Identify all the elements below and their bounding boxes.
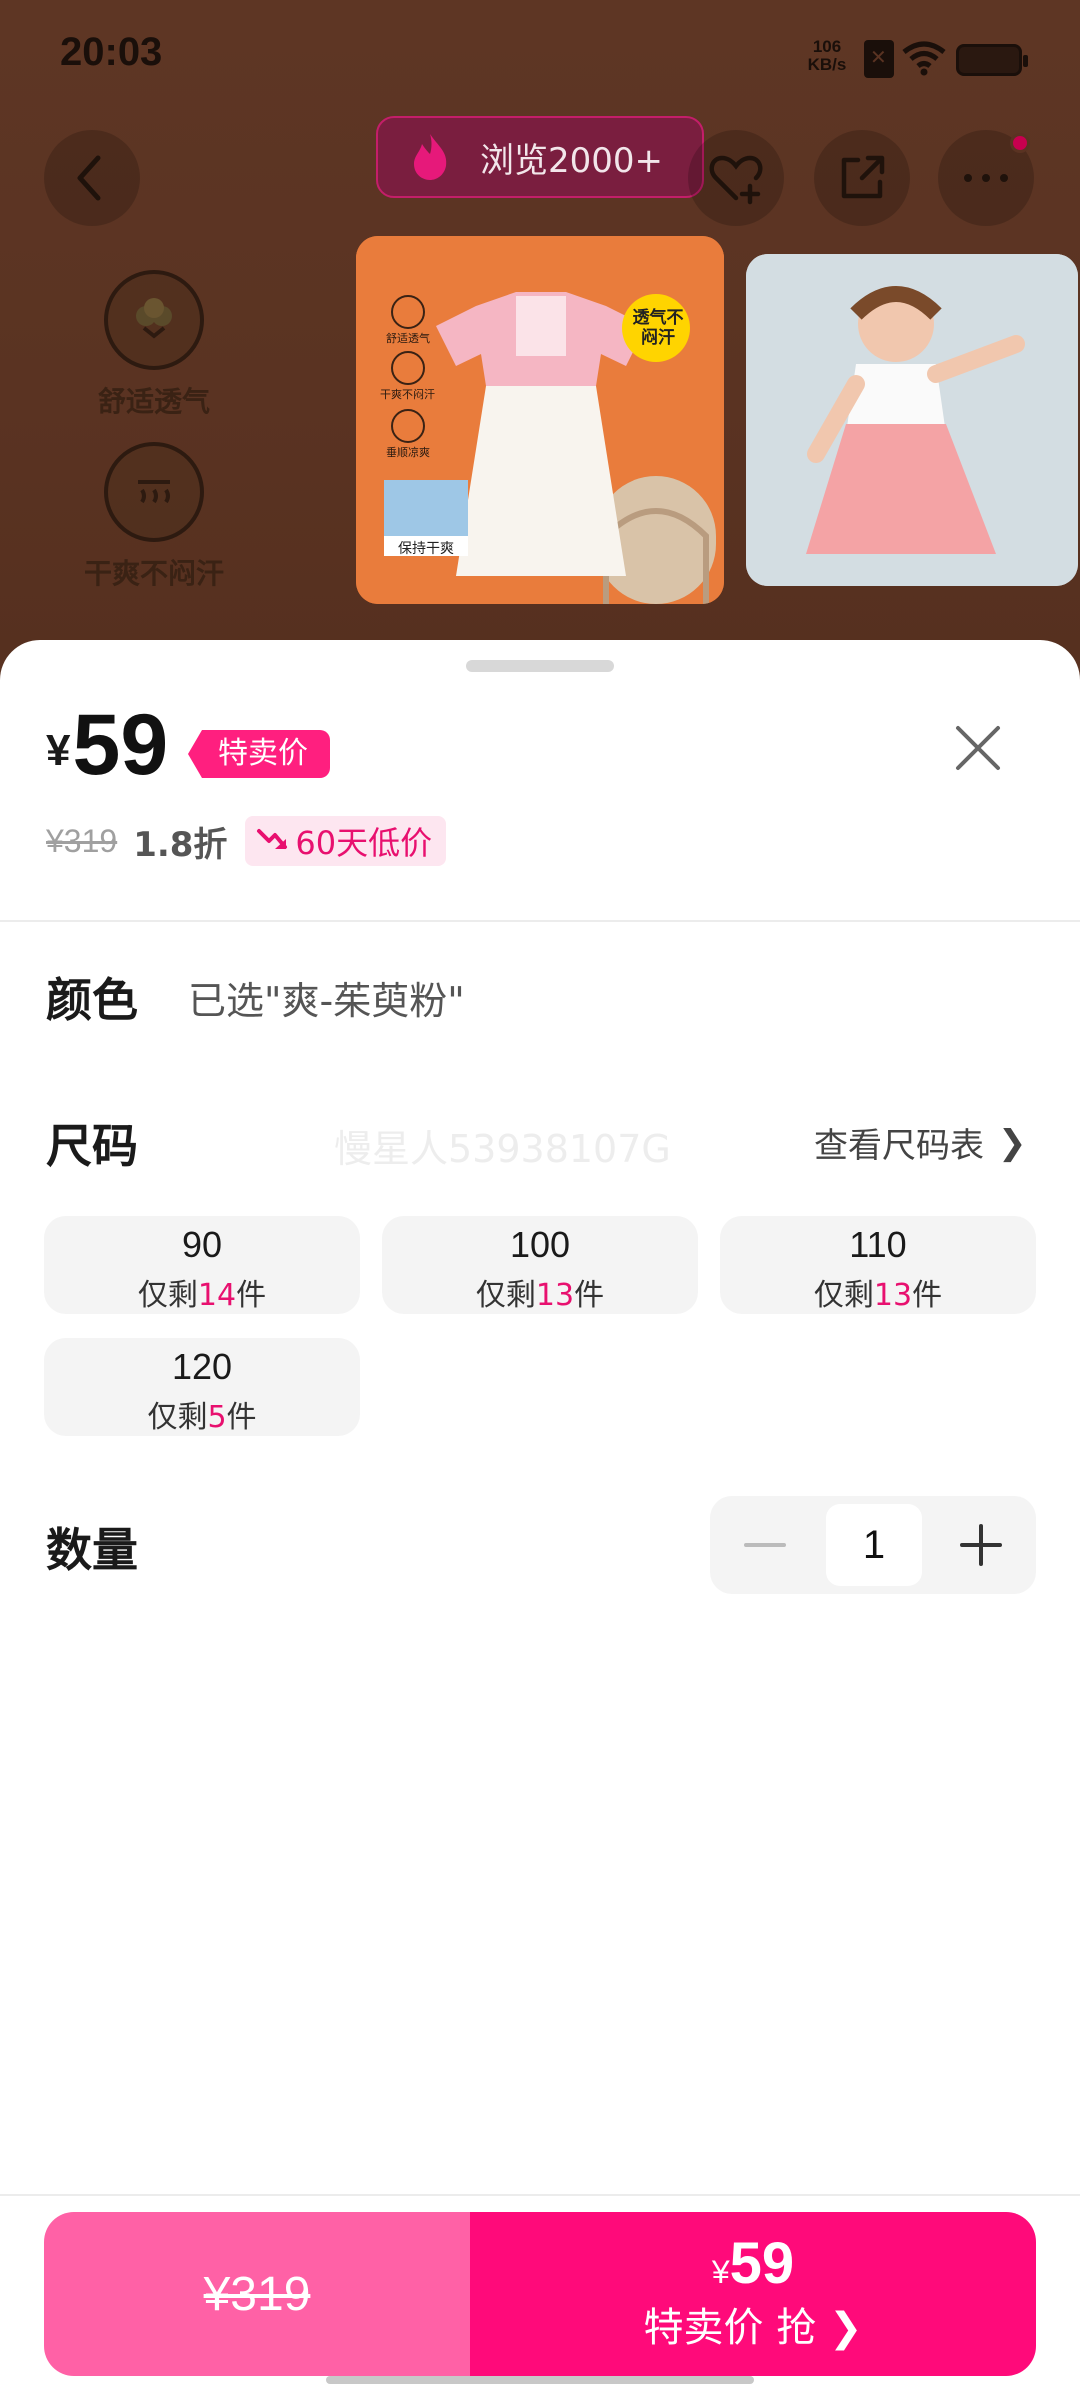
low-price-badge: 60天低价 xyxy=(245,816,447,866)
sheet-drag-handle[interactable] xyxy=(466,660,614,672)
share-icon xyxy=(841,155,885,199)
stock-prefix: 仅剩 xyxy=(137,1278,198,1313)
back-button[interactable] xyxy=(44,130,140,226)
size-option-90[interactable]: 90 仅剩14件 xyxy=(44,1216,360,1314)
thumb-side-label: 垂顺凉爽 xyxy=(386,446,430,459)
size-stock: 仅剩13件 xyxy=(382,1270,698,1314)
divider xyxy=(0,920,1080,922)
close-icon[interactable] xyxy=(950,720,1006,776)
feature-item: 干爽不闷汗 xyxy=(64,442,244,592)
price-value: 59 xyxy=(729,2231,795,2296)
browse-count-text: 浏览2000+ xyxy=(480,140,664,181)
more-icon xyxy=(964,174,1008,182)
stock-count: 5 xyxy=(207,1400,227,1435)
sku-bottom-sheet: ¥ 59 特卖价 ¥319 1.8折 60天低价 颜色 已选"爽-茱萸粉" 尺码… xyxy=(0,640,1080,2388)
heart-add-icon xyxy=(709,155,763,205)
stock-suffix: 件 xyxy=(912,1278,943,1313)
thumb-side-label: 干爽不闷汗 xyxy=(380,388,435,401)
size-stock: 仅剩5件 xyxy=(44,1392,360,1436)
color-label: 颜色 xyxy=(46,973,138,1027)
buy-now-label: 特卖价 抢 ❯ xyxy=(470,2295,1036,2353)
no-sim-icon xyxy=(864,40,894,78)
plus-icon[interactable] xyxy=(956,1520,1006,1570)
stock-prefix: 仅剩 xyxy=(813,1278,874,1313)
size-value: 100 xyxy=(509,1224,571,1265)
chevron-right-icon: ❯ xyxy=(816,2305,863,2351)
stock-count: 13 xyxy=(873,1278,913,1313)
product-thumbnail-model[interactable] xyxy=(746,254,1078,586)
status-time: 20:03 xyxy=(60,30,163,74)
low-price-text: 60天低价 xyxy=(295,824,433,862)
size-chart-text: 查看尺码表 xyxy=(814,1126,984,1166)
size-label: 尺码 xyxy=(46,1119,138,1173)
cotton-icon xyxy=(104,270,204,370)
size-chart-link[interactable]: 查看尺码表 ❯ xyxy=(814,1118,1027,1167)
original-price: ¥319 xyxy=(203,2267,311,2321)
quantity-stepper: 1 xyxy=(710,1496,1036,1594)
stock-suffix: 件 xyxy=(226,1400,257,1435)
stock-count: 13 xyxy=(535,1278,575,1313)
wifi-icon xyxy=(902,41,946,76)
size-option-110[interactable]: 110 仅剩13件 xyxy=(720,1216,1036,1314)
back-icon xyxy=(77,155,101,201)
quantity-value[interactable]: 1 xyxy=(826,1504,922,1586)
stock-prefix: 仅剩 xyxy=(475,1278,536,1313)
feature-list: 舒适透气 干爽不闷汗 xyxy=(64,270,244,614)
size-value: 120 xyxy=(171,1346,233,1387)
thumb-side-label: 舒适透气 xyxy=(386,332,430,345)
discount-rate: 1.8折 xyxy=(133,824,228,865)
divider xyxy=(0,2194,1080,2196)
original-price-button[interactable]: ¥319 xyxy=(44,2212,470,2376)
buy-price: ¥59 xyxy=(470,2230,1036,2297)
favorite-button[interactable] xyxy=(688,130,784,226)
feature-label: 舒适透气 xyxy=(97,385,210,418)
currency-symbol: ¥ xyxy=(46,726,71,775)
size-value: 90 xyxy=(181,1224,223,1265)
battery-icon xyxy=(956,44,1028,76)
purchase-bar: ¥319 ¥59 特卖价 抢 ❯ xyxy=(44,2212,1036,2376)
model-image xyxy=(746,254,1078,586)
breathable-bubble-text: 透气不闷汗 xyxy=(632,308,684,348)
home-indicator[interactable] xyxy=(326,2376,754,2384)
special-price-tag: 特卖价 xyxy=(188,730,330,778)
status-bar: 20:03 106 KB/s xyxy=(0,0,1080,110)
network-speed-unit: KB/s xyxy=(807,55,847,74)
price-value: 59 xyxy=(72,697,169,793)
feature-item: 舒适透气 xyxy=(64,270,244,420)
size-option-100[interactable]: 100 仅剩13件 xyxy=(382,1216,698,1314)
share-button[interactable] xyxy=(814,130,910,226)
minus-icon[interactable] xyxy=(740,1520,790,1570)
chevron-right-icon: ❯ xyxy=(998,1122,1027,1163)
price-info-row: ¥319 1.8折 60天低价 xyxy=(46,816,447,866)
size-option-120[interactable]: 120 仅剩5件 xyxy=(44,1338,360,1436)
product-thumbnail-main[interactable]: 透气不闷汗 舒适透气 干爽不闷汗 垂顺凉爽 保持干爽 xyxy=(356,236,724,604)
watermark: 慢星人53938107G xyxy=(334,1127,671,1171)
feature-label: 干爽不闷汗 xyxy=(83,557,224,590)
thumb-bottom-label: 保持干爽 xyxy=(398,541,454,557)
network-speed: 106 KB/s xyxy=(804,38,850,74)
current-price: ¥ 59 xyxy=(46,698,168,788)
buy-action-text: 特卖价 抢 xyxy=(643,2305,817,2351)
quantity-label: 数量 xyxy=(46,1523,138,1577)
size-value: 110 xyxy=(849,1224,907,1265)
stock-suffix: 件 xyxy=(574,1278,605,1313)
fire-icon xyxy=(414,134,447,180)
stock-count: 14 xyxy=(197,1278,237,1313)
currency-symbol: ¥ xyxy=(711,2254,730,2290)
original-price: ¥319 xyxy=(46,822,118,859)
trend-down-icon xyxy=(257,829,288,849)
stock-prefix: 仅剩 xyxy=(147,1400,208,1435)
browse-count-pill: 浏览2000+ xyxy=(376,116,704,198)
size-stock: 仅剩13件 xyxy=(720,1270,1036,1314)
size-stock: 仅剩14件 xyxy=(44,1270,360,1314)
buy-now-button[interactable]: ¥59 特卖价 抢 ❯ xyxy=(470,2212,1036,2376)
network-speed-value: 106 xyxy=(812,37,842,56)
selected-color[interactable]: 已选"爽-茱萸粉" xyxy=(188,970,465,1025)
heat-icon xyxy=(104,442,204,542)
notification-dot xyxy=(1010,133,1030,153)
stock-suffix: 件 xyxy=(236,1278,267,1313)
product-page-background: 20:03 106 KB/s 浏览2000+ xyxy=(0,0,1080,660)
